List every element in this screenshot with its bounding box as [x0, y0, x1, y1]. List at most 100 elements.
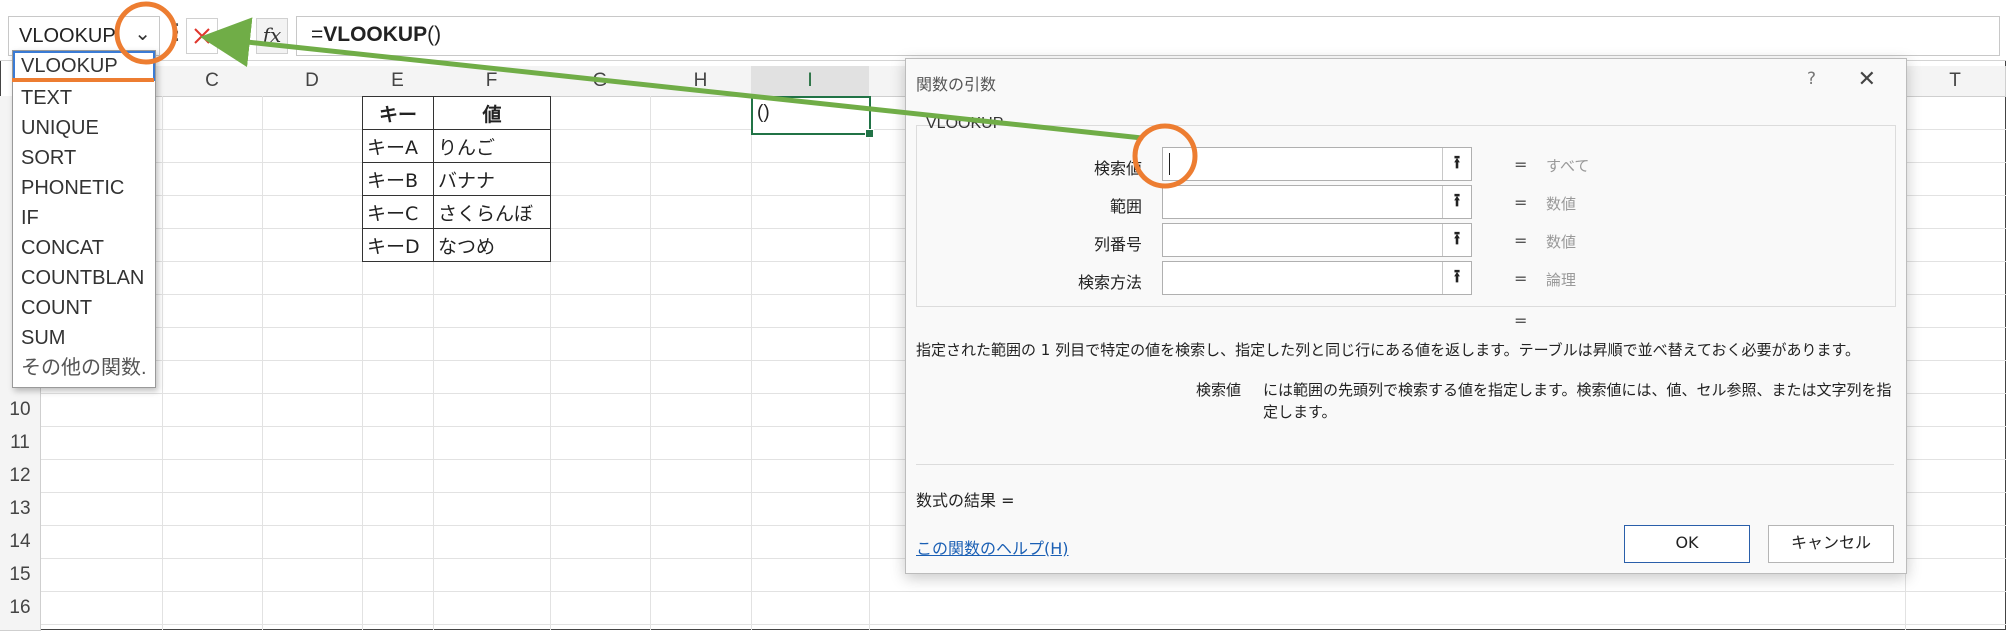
dropdown-item-concat[interactable]: CONCAT	[13, 233, 155, 263]
arg-input-col-index[interactable]: ⭱	[1162, 223, 1472, 257]
check-icon	[227, 26, 248, 45]
insert-function-button[interactable]: fx	[256, 18, 288, 54]
table-header-row: キー 値	[362, 96, 551, 130]
cell-key[interactable]: キーD	[362, 228, 434, 262]
dropdown-item-more-functions[interactable]: その他の関数.	[13, 353, 155, 383]
enter-formula-button[interactable]	[222, 18, 252, 52]
collapse-dialog-icon[interactable]: ⭱	[1442, 186, 1471, 218]
grid-line	[650, 96, 651, 630]
grid-line	[40, 624, 2006, 625]
dropdown-item-sort[interactable]: SORT	[13, 143, 155, 173]
divider	[916, 464, 1894, 465]
dropdown-item-unique[interactable]: UNIQUE	[13, 113, 155, 143]
dialog-title: 関数の引数	[916, 75, 997, 94]
cell-key[interactable]: キーA	[362, 129, 434, 163]
fill-handle[interactable]	[865, 129, 874, 138]
arg-input-lookup-value[interactable]: ⭱	[1162, 147, 1472, 181]
arg-label-col-index: 列番号	[1093, 235, 1142, 254]
lookup-table: キー 値 キーA りんご キーB バナナ キーC さくらんぼ キーD なつめ	[362, 96, 551, 262]
arg-equals: =	[1514, 155, 1528, 174]
column-header-d[interactable]: D	[262, 66, 363, 97]
formula-suffix: ()	[427, 23, 442, 46]
column-header-h[interactable]: H	[650, 66, 752, 97]
arg-input-range[interactable]: ⭱	[1162, 185, 1472, 219]
collapse-dialog-icon[interactable]: ⭱	[1442, 262, 1471, 294]
arg-equals: =	[1514, 269, 1528, 288]
formula-function: VLOOKUP	[323, 23, 428, 46]
function-result-equals: =	[1514, 311, 1528, 330]
row-header-14[interactable]: 14	[0, 525, 41, 559]
dropdown-item-countblank[interactable]: COUNTBLAN	[13, 263, 155, 293]
table-row: キーC さくらんぼ	[362, 195, 551, 229]
dropdown-item-count[interactable]: COUNT	[13, 293, 155, 323]
function-help-link[interactable]: この関数のヘルプ(H)	[916, 535, 1069, 559]
collapse-dialog-icon[interactable]: ⭱	[1442, 148, 1471, 180]
active-cell-value: ()	[757, 102, 770, 123]
column-header-t[interactable]: T	[1905, 66, 2006, 97]
arg-equals: =	[1514, 231, 1528, 250]
arg-description-text: には範囲の先頭列で検索する値を指定します。検索値には、値、セル参照、または文字列…	[1263, 381, 1892, 421]
table-row: キーD なつめ	[362, 228, 551, 262]
formula-text: =VLOOKUP()	[311, 23, 441, 47]
arg-input-range-lookup[interactable]: ⭱	[1162, 261, 1472, 295]
arg-hint-range-lookup: 論理	[1546, 271, 1577, 289]
arg-hint-col-index: 数値	[1546, 233, 1577, 251]
formula-result-label: 数式の結果 =	[916, 491, 1015, 510]
dropdown-item-sum[interactable]: SUM	[13, 323, 155, 353]
column-header-e[interactable]: E	[362, 66, 434, 97]
formula-prefix: =	[311, 23, 324, 46]
arg-hint-lookup-value: すべて	[1546, 157, 1590, 175]
cell-value[interactable]: バナナ	[433, 162, 551, 196]
active-cell[interactable]: ()	[751, 96, 874, 138]
ok-button[interactable]: OK	[1624, 525, 1750, 563]
row-header-12[interactable]: 12	[0, 459, 41, 493]
function-name: VLOOKUP	[926, 115, 1004, 132]
grid-line	[162, 96, 163, 630]
text-caret	[1169, 153, 1170, 175]
arg-label-range: 範囲	[1109, 197, 1142, 216]
grid-line	[869, 96, 870, 630]
collapse-dialog-icon[interactable]: ⭱	[1442, 224, 1471, 256]
cancel-formula-button[interactable]	[186, 18, 218, 54]
table-row: キーA りんご	[362, 129, 551, 163]
cell-value[interactable]: さくらんぼ	[433, 195, 551, 229]
function-dropdown: VLOOKUP TEXT UNIQUE SORT PHONETIC IF CON…	[12, 50, 156, 388]
row-header-16[interactable]: 16	[0, 591, 41, 631]
arg-label-lookup-value: 検索値	[1093, 159, 1142, 178]
formula-input[interactable]: =VLOOKUP()	[296, 16, 2000, 56]
more-vertical-icon[interactable]: ⋮	[166, 22, 188, 44]
arg-hint-range: 数値	[1546, 195, 1577, 213]
cell-value[interactable]: なつめ	[433, 228, 551, 262]
row-header-10[interactable]: 10	[0, 393, 41, 427]
row-header-11[interactable]: 11	[0, 426, 41, 460]
column-header-f[interactable]: F	[433, 66, 551, 97]
cell-key[interactable]: キーB	[362, 162, 434, 196]
name-box-value: VLOOKUP	[19, 25, 116, 47]
row-header-15[interactable]: 15	[0, 558, 41, 592]
table-row: キーB バナナ	[362, 162, 551, 196]
grid-line	[40, 591, 2006, 592]
dropdown-item-if[interactable]: IF	[13, 203, 155, 233]
help-icon[interactable]: ?	[1807, 69, 1816, 89]
header-key[interactable]: キー	[362, 96, 434, 130]
arg-equals: =	[1514, 193, 1528, 212]
arg-label-range-lookup: 検索方法	[1077, 273, 1142, 292]
cell-value[interactable]: りんご	[433, 129, 551, 163]
arg-description-label: 検索値	[1196, 381, 1242, 399]
close-icon[interactable]: ✕	[1858, 67, 1876, 92]
dropdown-item-text[interactable]: TEXT	[13, 83, 155, 113]
row-header-13[interactable]: 13	[0, 492, 41, 526]
column-header-i[interactable]: I	[751, 66, 870, 98]
chevron-down-icon[interactable]: ⌄	[134, 21, 151, 45]
column-header-j[interactable]	[869, 66, 906, 97]
close-icon	[194, 28, 210, 44]
function-arguments-dialog: 関数の引数 ? ✕ VLOOKUP 検索値 ⭱ = すべて 範囲 ⭱ = 数値 …	[905, 58, 1907, 574]
dropdown-item-vlookup[interactable]: VLOOKUP	[13, 51, 155, 81]
cancel-button[interactable]: キャンセル	[1768, 525, 1894, 563]
dropdown-item-phonetic[interactable]: PHONETIC	[13, 173, 155, 203]
header-value[interactable]: 値	[433, 96, 551, 130]
column-header-c[interactable]: C	[162, 66, 263, 97]
grid-line	[262, 96, 263, 630]
cell-key[interactable]: キーC	[362, 195, 434, 229]
column-header-g[interactable]: G	[550, 66, 651, 97]
